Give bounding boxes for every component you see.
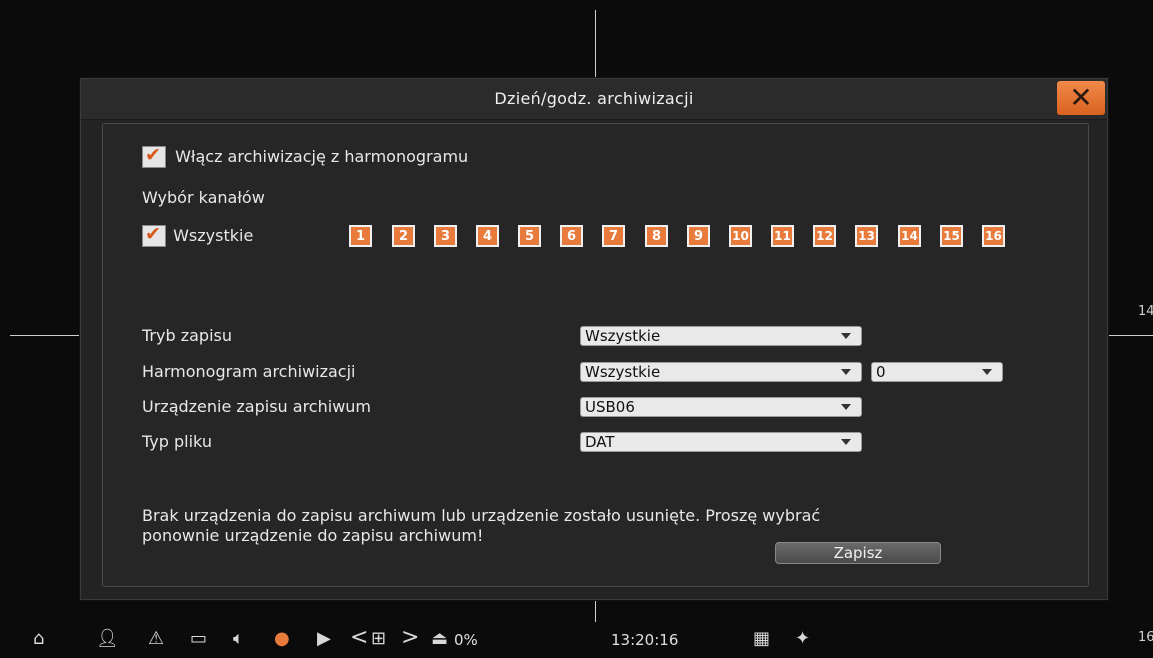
archive-schedule-secondary-select[interactable]: 0 xyxy=(871,362,1003,382)
pin-icon[interactable]: ✦ xyxy=(795,628,810,649)
record-mode-value: Wszystkie xyxy=(585,327,661,345)
dialog-title: Dzień/godz. archiwizacji xyxy=(494,89,694,108)
qr-code-icon[interactable]: ▦ xyxy=(753,628,770,649)
channel-button-11[interactable]: 11 xyxy=(771,225,794,247)
channel-button-2[interactable]: 2 xyxy=(392,225,415,247)
home-icon[interactable]: ⌂ xyxy=(33,628,44,649)
file-type-value: DAT xyxy=(585,433,615,451)
save-button[interactable]: Zapisz xyxy=(775,542,941,564)
channel-selection-label: Wybór kanałów xyxy=(142,188,265,207)
all-channels-checkbox[interactable] xyxy=(142,223,166,247)
chevron-down-icon xyxy=(841,404,851,410)
hdd-usage: 0% xyxy=(454,631,478,649)
chevron-down-icon xyxy=(982,369,992,375)
device-warning-line-1: Brak urządzenia do zapisu archiwum lub u… xyxy=(142,506,821,525)
close-icon: ✕ xyxy=(1069,81,1093,114)
channel-button-3[interactable]: 3 xyxy=(434,225,457,247)
hdd-icon: ⏏︎ xyxy=(431,628,449,649)
playback-icon[interactable]: ▶ xyxy=(317,628,331,649)
chevron-down-icon xyxy=(841,369,851,375)
chevron-down-icon xyxy=(841,333,851,339)
archive-schedule-label: Harmonogram archiwizacji xyxy=(142,362,356,381)
grid-line-horizontal-left xyxy=(10,335,80,336)
channel-button-15[interactable]: 15 xyxy=(940,225,963,247)
channel-button-12[interactable]: 12 xyxy=(813,225,836,247)
clock-time: 13:20:16 xyxy=(611,631,679,649)
enable-schedule-checkbox[interactable] xyxy=(142,144,166,168)
all-channels-label: Wszystkie xyxy=(173,225,254,245)
channel-button-6[interactable]: 6 xyxy=(560,225,583,247)
archive-schedule-select[interactable]: Wszystkie xyxy=(580,362,862,382)
channel-button-8[interactable]: 8 xyxy=(645,225,668,247)
file-type-select[interactable]: DAT xyxy=(580,432,862,452)
close-button[interactable]: ✕ xyxy=(1057,81,1105,115)
next-icon[interactable]: > xyxy=(401,625,419,650)
grid-line-horizontal-right xyxy=(1107,335,1153,336)
channel-button-13[interactable]: 13 xyxy=(855,225,878,247)
archive-device-value: USB06 xyxy=(585,398,635,416)
enable-schedule-label: Włącz archiwizację z harmonogramu xyxy=(175,146,469,166)
settings-panel: Włącz archiwizację z harmonogramu Wybór … xyxy=(102,123,1089,587)
record-mode-label: Tryb zapisu xyxy=(142,326,232,345)
archive-schedule-value: Wszystkie xyxy=(585,363,661,381)
channel-button-4[interactable]: 4 xyxy=(476,225,499,247)
chevron-down-icon xyxy=(841,439,851,445)
channel-button-5[interactable]: 5 xyxy=(518,225,541,247)
archive-schedule-dialog: Dzień/godz. archiwizacji ✕ Włącz archiwi… xyxy=(80,78,1108,600)
dialog-titlebar: Dzień/godz. archiwizacji ✕ xyxy=(81,79,1107,120)
channel-button-14[interactable]: 14 xyxy=(898,225,921,247)
camera-number-14: 14 xyxy=(1138,304,1153,319)
file-type-label: Typ pliku xyxy=(142,432,212,451)
archive-device-select[interactable]: USB06 xyxy=(580,397,862,417)
archive-device-label: Urządzenie zapisu archiwum xyxy=(142,397,371,416)
enable-schedule-row[interactable]: Włącz archiwizację z harmonogramu xyxy=(142,144,469,168)
device-warning-message: Brak urządzenia do zapisu archiwum lub u… xyxy=(142,506,1042,546)
record-mode-select[interactable]: Wszystkie xyxy=(580,326,862,346)
alarm-icon[interactable]: ⚠︎ xyxy=(148,628,164,649)
channel-button-10[interactable]: 10 xyxy=(729,225,752,247)
grid-line-vertical-top xyxy=(595,10,596,78)
channel-button-16[interactable]: 16 xyxy=(982,225,1005,247)
previous-icon[interactable]: < xyxy=(350,625,368,650)
channel-button-7[interactable]: 7 xyxy=(602,225,625,247)
all-channels-row[interactable]: Wszystkie xyxy=(142,223,254,247)
channel-button-9[interactable]: 9 xyxy=(687,225,710,247)
channel-button-1[interactable]: 1 xyxy=(349,225,372,247)
network-icon[interactable]: ▭ xyxy=(190,628,207,649)
volume-icon[interactable]: 🔈︎ xyxy=(233,628,244,649)
info-icon[interactable]: ● xyxy=(274,628,290,649)
grid-line-vertical-bottom xyxy=(595,598,596,622)
user-icon[interactable]: 👤︎ xyxy=(96,628,119,649)
layout-grid-icon[interactable]: ⊞ xyxy=(371,628,386,649)
taskbar: ⌂ 👤︎ ⚠︎ ▭ 🔈︎ ● ▶ < ⊞ > ⏏︎ 0% 13:20:16 ▦ … xyxy=(0,622,1153,658)
archive-schedule-secondary-value: 0 xyxy=(876,363,886,381)
